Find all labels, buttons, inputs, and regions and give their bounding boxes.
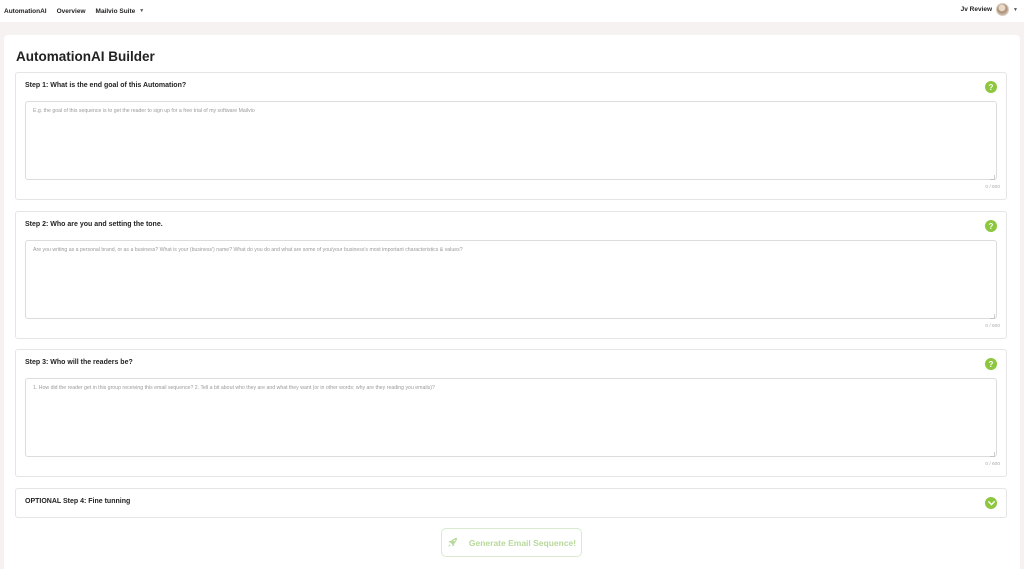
step-2-char-counter: 0 / 600 [985, 324, 1000, 329]
generate-button-label: Generate Email Sequence! [468, 537, 577, 548]
generate-email-sequence-button[interactable]: Generate Email Sequence! [441, 528, 582, 557]
step-1-input[interactable] [25, 101, 997, 180]
step-3-title: Step 3: Who will the readers be? [25, 359, 133, 366]
nav-overview[interactable]: Overview [57, 8, 86, 15]
question-icon[interactable]: ? [985, 81, 997, 93]
question-icon[interactable]: ? [985, 358, 997, 370]
resize-handle[interactable] [990, 452, 995, 457]
chevron-down-icon[interactable] [985, 497, 997, 509]
question-icon[interactable]: ? [985, 220, 997, 232]
nav-mailvio-suite[interactable]: Mailvio Suite ▼ [96, 8, 145, 15]
step-1-char-counter: 0 / 600 [985, 185, 1000, 190]
builder-card: AutomationAI Builder Step 1: What is the… [4, 35, 1020, 569]
user-menu[interactable]: Jv Review ▼ [961, 3, 1018, 16]
step-3-panel: Step 3: Who will the readers be? ? 0 / 6… [15, 349, 1007, 477]
caret-down-icon: ▼ [139, 8, 145, 14]
step-4-panel[interactable]: OPTIONAL Step 4: Fine tunning [15, 488, 1007, 518]
step-1-title: Step 1: What is the end goal of this Aut… [25, 82, 187, 89]
step-2-panel: Step 2: Who are you and setting the tone… [15, 211, 1007, 339]
main-nav: AutomationAI Overview Mailvio Suite ▼ [0, 8, 154, 15]
step-2-title: Step 2: Who are you and setting the tone… [25, 221, 163, 228]
step-1-panel: Step 1: What is the end goal of this Aut… [15, 72, 1007, 200]
nav-automationai[interactable]: AutomationAI [4, 8, 47, 15]
page-title: AutomationAI Builder [16, 49, 155, 64]
step-2-input[interactable] [25, 240, 997, 319]
resize-handle[interactable] [990, 314, 995, 319]
caret-down-icon: ▼ [1013, 6, 1018, 13]
resize-handle[interactable] [990, 175, 995, 180]
top-navbar: AutomationAI Overview Mailvio Suite ▼ Jv … [0, 0, 1024, 22]
step-3-char-counter: 0 / 600 [985, 462, 1000, 467]
step-3-input[interactable] [25, 378, 997, 457]
rocket-icon [447, 537, 457, 548]
user-name: Jv Review [960, 6, 993, 13]
avatar [996, 3, 1010, 16]
step-4-title: OPTIONAL Step 4: Fine tunning [25, 498, 131, 505]
